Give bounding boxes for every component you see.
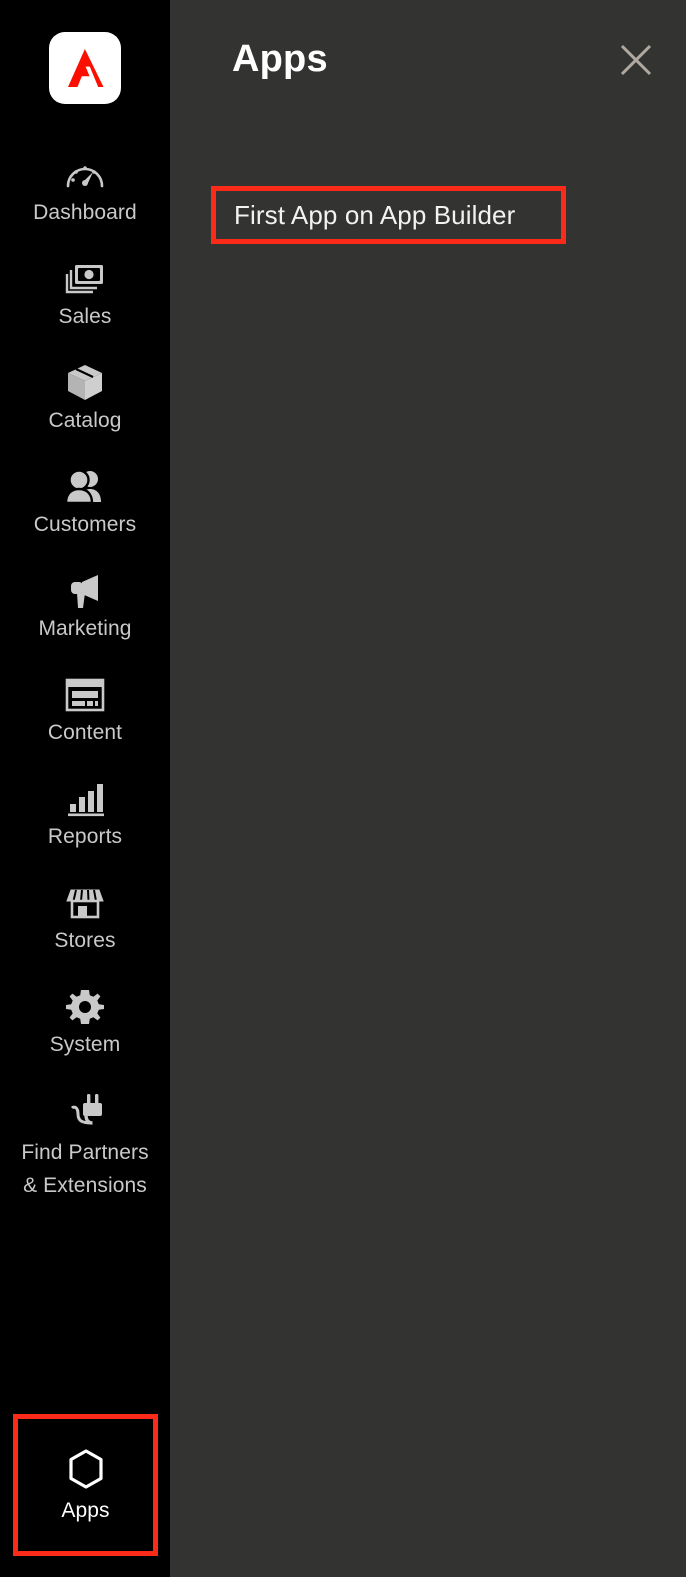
sidebar-item-sales[interactable]: Sales xyxy=(0,252,170,337)
sidebar-item-label: Sales xyxy=(58,305,112,328)
sidebar-item-apps[interactable]: Apps xyxy=(13,1414,158,1556)
admin-screen: Dashboard Sales Catalog Customers Market… xyxy=(0,0,686,1577)
megaphone-icon xyxy=(64,570,106,612)
sidebar-item-find-partners-extensions[interactable]: Find Partners & Extensions xyxy=(0,1084,170,1210)
gauge-icon xyxy=(64,154,106,196)
page-title: Apps xyxy=(232,38,328,80)
sidebar-item-label: Find Partners & Extensions xyxy=(21,1136,148,1202)
sidebar-item-marketing[interactable]: Marketing xyxy=(0,564,170,649)
panel-header: Apps xyxy=(170,0,686,120)
sidebar-item-stores[interactable]: Stores xyxy=(0,876,170,961)
sidebar-item-content[interactable]: Content xyxy=(0,668,170,753)
adobe-logo-icon[interactable] xyxy=(49,32,121,104)
bar-chart-icon xyxy=(65,778,105,820)
sidebar-item-label: System xyxy=(49,1033,121,1056)
storefront-icon xyxy=(64,882,106,924)
close-icon[interactable] xyxy=(613,37,659,83)
partners-line-2: & Extensions xyxy=(23,1174,147,1197)
list-item[interactable]: First App on App Builder xyxy=(211,186,566,244)
hexagon-icon xyxy=(65,1448,107,1490)
sidebar-item-label: Apps xyxy=(61,1498,110,1522)
sidebar-item-label: Content xyxy=(47,721,123,744)
sidebar-item-label: Dashboard xyxy=(33,201,137,224)
apps-panel: Apps First App on App Builder xyxy=(170,0,686,1577)
sidebar: Dashboard Sales Catalog Customers Market… xyxy=(0,0,170,1577)
sidebar-item-catalog[interactable]: Catalog xyxy=(0,356,170,441)
brand-logo-container[interactable] xyxy=(0,0,170,104)
sidebar-nav: Dashboard Sales Catalog Customers Market… xyxy=(0,148,170,1210)
sidebar-item-label: Reports xyxy=(47,825,123,848)
users-icon xyxy=(62,466,108,508)
sidebar-item-label: Catalog xyxy=(48,409,122,432)
sidebar-item-label: Stores xyxy=(54,929,116,952)
sidebar-item-system[interactable]: System xyxy=(0,980,170,1065)
plug-icon xyxy=(64,1090,106,1132)
app-name: First App on App Builder xyxy=(234,199,516,230)
sidebar-item-label: Marketing xyxy=(38,617,132,640)
box-icon xyxy=(64,362,106,404)
sidebar-item-reports[interactable]: Reports xyxy=(0,772,170,857)
sidebar-item-dashboard[interactable]: Dashboard xyxy=(0,148,170,233)
gear-icon xyxy=(66,986,104,1028)
page-layout-icon xyxy=(64,674,106,716)
money-icon xyxy=(63,258,107,300)
sidebar-item-label: Customers xyxy=(33,513,137,536)
adobe-logo-mark xyxy=(68,49,104,87)
sidebar-item-customers[interactable]: Customers xyxy=(0,460,170,545)
partners-line-1: Find Partners xyxy=(21,1141,149,1164)
